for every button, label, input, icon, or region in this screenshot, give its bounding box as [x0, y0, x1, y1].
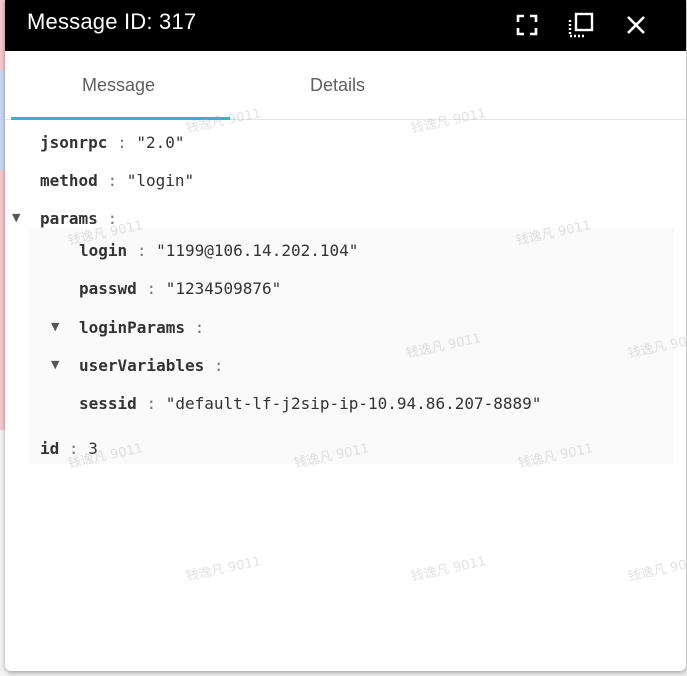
message-dialog: Message ID: 317 Message Details jsonrpc …: [5, 0, 686, 671]
json-key: sessid: [79, 394, 137, 413]
json-row-jsonrpc: jsonrpc : "2.0": [40, 133, 185, 153]
json-row-method: method : "login": [40, 171, 194, 191]
watermark: 钱逸凡 9011: [626, 554, 686, 585]
json-separator: :: [194, 318, 205, 337]
json-row-uservariables: userVariables :: [79, 356, 224, 376]
tab-bar: Message Details: [5, 51, 686, 120]
watermark: 钱逸凡 9011: [409, 554, 488, 585]
json-separator: :: [213, 356, 224, 375]
json-separator: :: [146, 394, 157, 413]
json-key: loginParams: [79, 318, 185, 337]
active-tab-indicator: [11, 117, 230, 120]
json-separator: :: [107, 171, 118, 190]
json-key: params: [40, 209, 98, 228]
restore-window-button[interactable]: [566, 10, 596, 40]
json-key: login: [79, 241, 128, 260]
json-value: "1199@106.14.202.104": [156, 241, 359, 260]
dialog-titlebar: Message ID: 317: [5, 0, 686, 51]
json-separator: :: [136, 241, 147, 260]
params-nested-block: [28, 228, 674, 464]
json-row-login: login : "1199@106.14.202.104": [79, 241, 358, 261]
json-key: id: [40, 439, 60, 458]
fullscreen-icon: [516, 14, 538, 36]
json-row-loginparams: loginParams :: [79, 318, 204, 338]
json-row-sessid: sessid : "default-lf-j2sip-ip-10.94.86.2…: [79, 394, 541, 414]
restore-window-icon: [568, 12, 594, 38]
close-button[interactable]: [621, 10, 651, 40]
dialog-title: Message ID: 317: [27, 9, 197, 34]
json-row-passwd: passwd : "1234509876": [79, 279, 281, 299]
json-row-params: params :: [40, 209, 117, 229]
close-icon: [627, 16, 645, 34]
json-separator: :: [146, 279, 157, 298]
watermark: 钱逸凡 9011: [184, 554, 263, 585]
screen: Message ID: 317 Message Details jsonrpc …: [0, 0, 687, 676]
json-separator: :: [117, 133, 127, 152]
json-row-id: id : 3: [40, 439, 98, 459]
json-value: 3: [88, 439, 98, 458]
json-separator: :: [68, 439, 79, 458]
collapse-toggle-params[interactable]: ▼: [12, 211, 20, 224]
fullscreen-button[interactable]: [512, 10, 542, 40]
collapse-toggle-loginparams[interactable]: ▼: [51, 320, 59, 333]
json-key: jsonrpc: [40, 133, 108, 152]
json-key: userVariables: [79, 356, 205, 375]
json-separator: :: [107, 209, 118, 228]
json-value: "1234509876": [165, 279, 282, 298]
json-value: "2.0": [136, 133, 185, 152]
json-value: "default-lf-j2sip-ip-10.94.86.207-8889": [165, 394, 542, 413]
json-key: passwd: [79, 279, 137, 298]
json-key: method: [40, 171, 98, 190]
tab-details[interactable]: Details: [310, 75, 365, 96]
collapse-toggle-uservariables[interactable]: ▼: [51, 358, 59, 371]
tab-message[interactable]: Message: [82, 75, 155, 96]
json-value: "login": [126, 171, 195, 190]
